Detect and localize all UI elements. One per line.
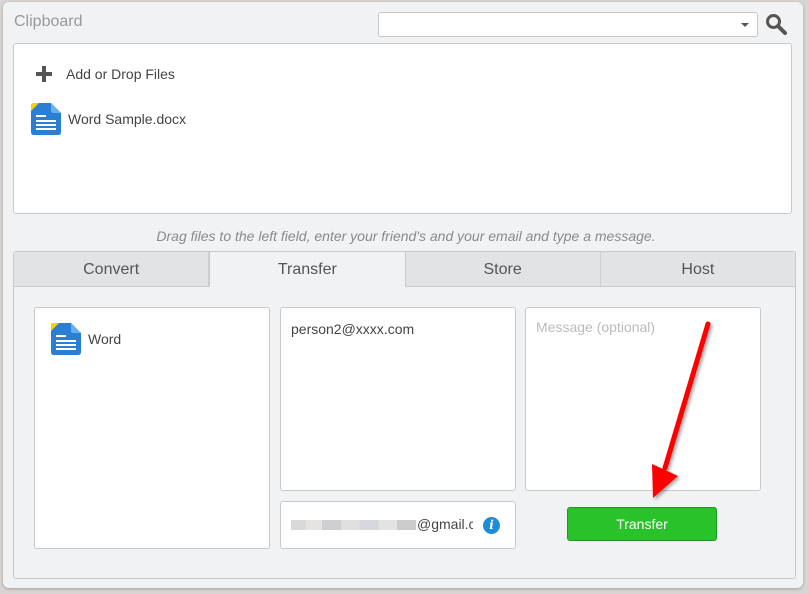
panel-title: Clipboard xyxy=(14,13,83,30)
tab-transfer[interactable]: Transfer xyxy=(209,252,406,287)
word-document-icon xyxy=(31,103,61,135)
format-label: Word xyxy=(88,331,122,347)
info-icon[interactable]: i xyxy=(483,517,500,534)
redacted-email-blur xyxy=(291,520,416,530)
search-dropdown[interactable] xyxy=(378,12,758,37)
sender-email-value: @gmail.c xyxy=(417,516,473,532)
format-item-word[interactable]: Word xyxy=(49,323,121,355)
transfer-button[interactable]: Transfer xyxy=(567,507,717,541)
instruction-hint: Drag files to the left field, enter your… xyxy=(156,228,656,244)
tab-host[interactable]: Host xyxy=(600,252,795,287)
add-files-label: Add or Drop Files xyxy=(66,66,175,82)
add-files-button[interactable]: Add or Drop Files xyxy=(36,66,175,82)
file-drop-area[interactable]: Add or Drop Files Word Sample.docx xyxy=(13,43,792,214)
search-icon[interactable] xyxy=(765,13,787,35)
file-list-item[interactable]: Word Sample.docx xyxy=(29,103,186,135)
format-list: Word xyxy=(34,307,270,549)
recipient-email-value: person2@xxxx.com xyxy=(291,321,415,337)
tab-bar: Convert Transfer Store Host xyxy=(14,252,795,287)
file-name: Word Sample.docx xyxy=(68,111,187,127)
recipient-email-field[interactable]: person2@xxxx.com xyxy=(280,307,516,491)
message-placeholder: Message (optional) xyxy=(536,319,656,335)
annotation-arrow-icon xyxy=(652,321,711,498)
sender-email-field[interactable]: @gmail.c i xyxy=(280,501,516,549)
chevron-down-icon[interactable] xyxy=(741,23,749,27)
tab-store[interactable]: Store xyxy=(405,252,601,287)
word-document-icon xyxy=(51,323,81,355)
plus-icon xyxy=(36,66,52,82)
tab-convert[interactable]: Convert xyxy=(14,252,210,287)
